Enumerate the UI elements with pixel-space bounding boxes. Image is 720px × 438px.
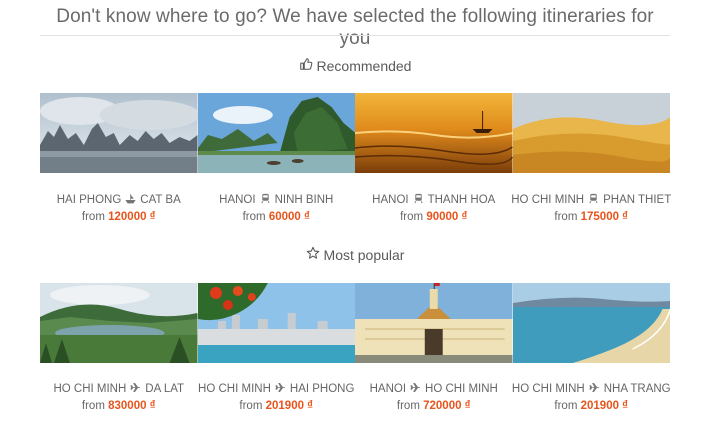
popular-labels: HO CHI MINH DA LAT from 830000 ₫ HO CHI … (40, 381, 671, 413)
card-image-hanoi-hochiminh[interactable] (355, 283, 513, 363)
page-headline: Don't know where to go? We have selected… (56, 6, 654, 49)
price-prefix: from (242, 211, 266, 223)
route-line: HO CHI MINH HAI PHONG (198, 381, 356, 396)
route-hanoi-thanhhoa[interactable]: HANOI THANH HOA from 90000 ₫ (355, 192, 513, 223)
route-line: HANOI THANH HOA (355, 192, 513, 207)
train-icon (588, 193, 599, 207)
price-value: 120000 ₫ (108, 211, 156, 223)
route-destination: DA LAT (145, 382, 185, 395)
price-line: from 201900 ₫ (513, 400, 671, 412)
route-haiphong-catba[interactable]: HAI PHONG CAT BA from 120000 ₫ (40, 192, 198, 223)
price-line: from 120000 ₫ (40, 211, 198, 223)
route-line: HANOI NINH BINH (198, 192, 356, 207)
headline-divider (40, 35, 670, 36)
section-title-text: Most popular (323, 246, 405, 263)
route-destination: HO CHI MINH (425, 382, 498, 395)
price-prefix: from (81, 211, 105, 223)
card-image-hochiminh-nhatrang[interactable] (512, 283, 670, 363)
route-origin: HO CHI MINH (511, 382, 585, 395)
route-destination: NHA TRANG (603, 382, 671, 395)
price-prefix: from (554, 400, 578, 412)
route-line: HO CHI MINH PHAN THIET (511, 192, 672, 207)
route-line: HO CHI MINH NHA TRANG (511, 381, 671, 396)
route-origin: HANOI (369, 382, 407, 395)
route-hochiminh-dalat[interactable]: HO CHI MINH DA LAT from 830000 ₫ (40, 381, 198, 413)
boat-icon (125, 193, 136, 207)
route-origin: HO CHI MINH (53, 382, 127, 395)
route-destination: NINH BINH (274, 193, 334, 206)
card-image-hanoi-thanhhoa[interactable] (355, 93, 513, 173)
section-title-popular: Most popular (40, 246, 670, 263)
price-line: from 720000 ₫ (355, 400, 513, 412)
route-origin: HAI PHONG (56, 193, 122, 206)
route-hochiminh-phanthiet[interactable]: HO CHI MINH PHAN THIET from 175000 ₫ (511, 192, 672, 223)
card-image-hochiminh-haiphong[interactable] (197, 283, 355, 363)
plane-icon (589, 382, 600, 396)
route-hanoi-ninhbinh[interactable]: HANOI NINH BINH from 60000 ₫ (198, 192, 356, 223)
popular-images (40, 283, 670, 363)
plane-icon (275, 382, 286, 396)
price-value: 201900 ₫ (265, 400, 314, 412)
route-line: HANOI HO CHI MINH (355, 381, 513, 396)
route-destination: CAT BA (140, 193, 181, 206)
price-value: 720000 ₫ (423, 400, 471, 412)
card-image-haiphong-catba[interactable] (40, 93, 198, 173)
recommended-images (40, 93, 670, 173)
route-origin: HANOI (372, 193, 409, 206)
train-icon (413, 193, 424, 207)
route-line: HAI PHONG CAT BA (40, 192, 198, 207)
route-line: HO CHI MINH DA LAT (40, 381, 198, 396)
thumbs-up-icon (299, 57, 313, 74)
train-icon (260, 193, 271, 207)
price-prefix: from (239, 400, 263, 412)
price-prefix: from (554, 211, 578, 223)
price-prefix: from (396, 400, 420, 412)
price-value: 201900 ₫ (580, 400, 629, 412)
card-image-hochiminh-dalat[interactable] (40, 283, 198, 363)
star-icon (306, 246, 320, 263)
plane-icon (410, 382, 421, 396)
price-value: 175000 ₫ (580, 211, 629, 223)
price-line: from 175000 ₫ (513, 211, 671, 223)
route-origin: HO CHI MINH (198, 382, 271, 395)
price-line: from 90000 ₫ (355, 211, 513, 223)
price-value: 60000 ₫ (268, 211, 310, 223)
route-destination: HAI PHONG (289, 382, 355, 395)
plane-icon (130, 382, 141, 396)
price-prefix: from (400, 211, 424, 223)
route-hochiminh-haiphong[interactable]: HO CHI MINH HAI PHONG from 201900 ₫ (198, 381, 356, 413)
price-line: from 201900 ₫ (198, 400, 356, 412)
route-origin: HO CHI MINH (511, 193, 585, 206)
route-destination: THANH HOA (427, 193, 496, 206)
recommended-labels: HAI PHONG CAT BA from 120000 ₫ HANOI NIN… (40, 192, 672, 223)
price-value: 830000 ₫ (108, 400, 156, 412)
section-title-text: Recommended (316, 57, 412, 74)
route-destination: PHAN THIET (603, 193, 672, 206)
price-line: from 830000 ₫ (40, 400, 198, 412)
card-image-hanoi-ninhbinh[interactable] (197, 93, 355, 173)
price-line: from 60000 ₫ (198, 211, 356, 223)
route-hanoi-hochiminh[interactable]: HANOI HO CHI MINH from 720000 ₫ (355, 381, 513, 413)
card-image-hochiminh-phanthiet[interactable] (512, 93, 670, 173)
price-prefix: from (81, 400, 105, 412)
route-hochiminh-nhatrang[interactable]: HO CHI MINH NHA TRANG from 201900 ₫ (511, 381, 671, 413)
price-value: 90000 ₫ (426, 211, 468, 223)
section-title-recommended: Recommended (40, 57, 670, 74)
route-origin: HANOI (219, 193, 256, 206)
